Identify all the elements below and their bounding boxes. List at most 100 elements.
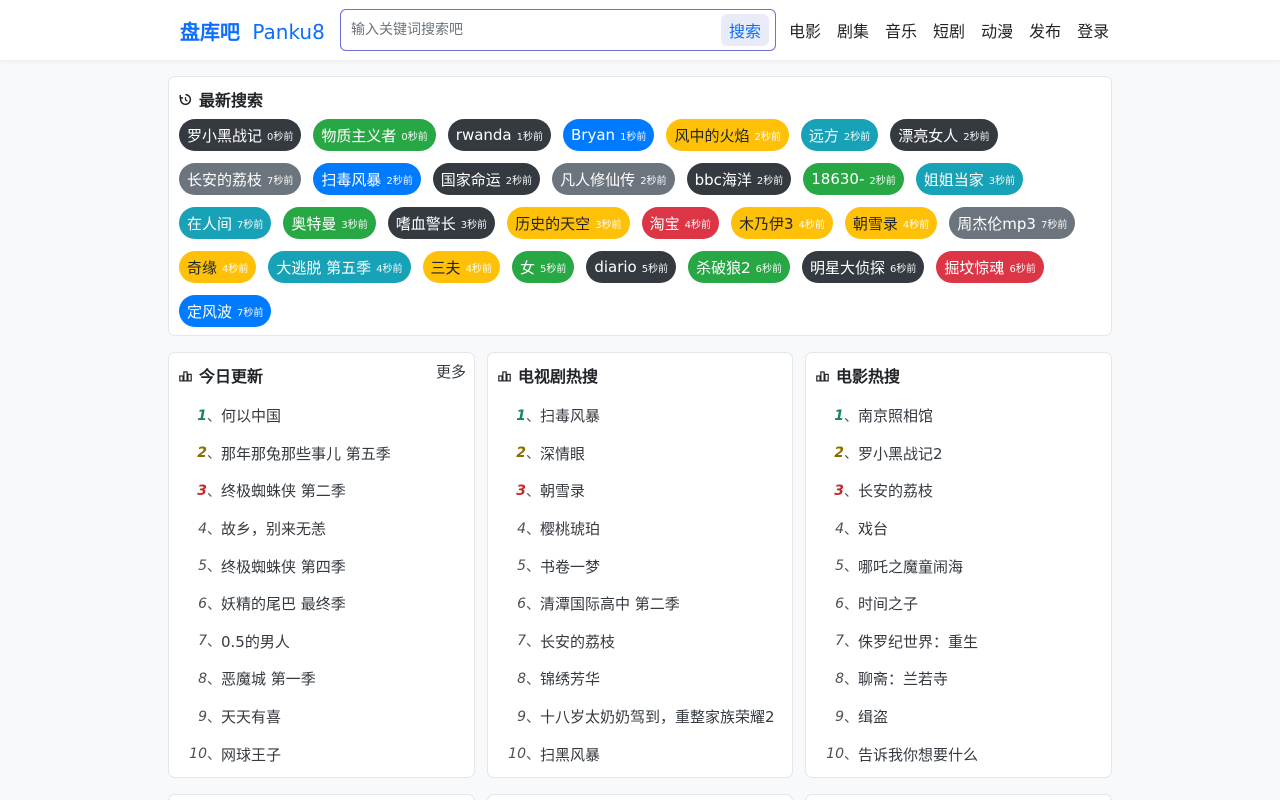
search-button[interactable]: 搜索 <box>721 14 769 46</box>
search-tag[interactable]: 18630- 2秒前 <box>803 163 904 195</box>
nav-link-shorts[interactable]: 短剧 <box>933 18 965 42</box>
search-tag[interactable]: 物质主义者 0秒前 <box>313 119 436 151</box>
history-icon <box>179 93 195 110</box>
search-tag[interactable]: 长安的荔枝 7秒前 <box>179 163 302 195</box>
ranked-list-item[interactable]: 4、故乡，别来无恙 <box>181 510 461 548</box>
ranked-list-item[interactable]: 2、那年那兔那些事儿 第五季 <box>181 435 461 473</box>
search-tag[interactable]: 嗜血警长 3秒前 <box>387 207 496 239</box>
search-tag[interactable]: 朝雪录 4秒前 <box>844 207 938 239</box>
ranked-list-item[interactable]: 1、南京照相馆 <box>818 397 1098 435</box>
ranked-list-item[interactable]: 4、戏台 <box>818 510 1098 548</box>
ranked-item-title: 锦绣芳华 <box>540 670 601 689</box>
search-tag[interactable]: rwanda 1秒前 <box>447 119 552 151</box>
more-link[interactable]: 更多 <box>436 361 466 382</box>
rank-number: 5 <box>835 558 844 575</box>
ranked-list-item[interactable]: 1、扫毒风暴 <box>500 397 780 435</box>
search-tag[interactable]: bbc海洋 2秒前 <box>686 163 792 195</box>
ranked-list-item[interactable]: 10、网球王子 <box>181 735 461 773</box>
search-tag-label: 长安的荔枝 <box>187 170 263 189</box>
tv-hot-title-text: 电视剧热搜 <box>518 367 599 386</box>
search-tag[interactable]: 在人间 7秒前 <box>179 207 272 239</box>
ranked-list-item[interactable]: 9、天天有喜 <box>181 698 461 736</box>
ranked-list-item[interactable]: 8、聊斋：兰若寺 <box>818 660 1098 698</box>
ranked-list-item[interactable]: 6、时间之子 <box>818 585 1098 623</box>
search-tag[interactable]: 大逃脱 第五季 4秒前 <box>268 251 411 283</box>
search-tag[interactable]: 掘坟惊魂 6秒前 <box>936 251 1044 283</box>
ranked-list-item[interactable]: 6、妖精的尾巴 最终季 <box>181 585 461 623</box>
ranked-item-title: 扫毒风暴 <box>540 407 601 426</box>
ranked-list-item[interactable]: 2、罗小黑战记2 <box>818 435 1098 473</box>
rank-separator: 、 <box>844 559 858 576</box>
ranked-item-title: 十八岁太奶奶驾到，重整家族荣耀2 <box>540 708 775 727</box>
ranked-list-item[interactable]: 3、终极蜘蛛侠 第二季 <box>181 472 461 510</box>
search-tag[interactable]: 历史的天空 3秒前 <box>507 207 630 239</box>
search-tag[interactable]: 定风波 7秒前 <box>179 295 272 327</box>
search-tag[interactable]: 奥特曼 3秒前 <box>283 207 376 239</box>
ranked-list-item[interactable]: 3、朝雪录 <box>500 472 780 510</box>
ranked-list-item[interactable]: 8、锦绣芳华 <box>500 660 780 698</box>
ranked-list-item[interactable]: 10、告诉我你想要什么 <box>818 735 1098 773</box>
rank-separator: 、 <box>207 709 221 726</box>
search-tag[interactable]: 周杰伦mp3 7秒前 <box>949 207 1076 239</box>
search-tag[interactable]: 远方 2秒前 <box>800 119 879 151</box>
search-tag[interactable]: 罗小黑战记 0秒前 <box>179 119 302 151</box>
search-tag-time: 3秒前 <box>988 175 1016 187</box>
search-tag[interactable]: 凡人修仙传 2秒前 <box>552 163 675 195</box>
tv-hot-list: 1、扫毒风暴 2、深情眼 3、朝雪录 4、樱桃琥珀 5、书卷一梦 6、清潭国际高中 第二季… <box>500 397 780 773</box>
ranked-list-item[interactable]: 5、书卷一梦 <box>500 547 780 585</box>
nav-link-anime[interactable]: 动漫 <box>981 18 1013 42</box>
nav-link-login[interactable]: 登录 <box>1077 18 1109 42</box>
ranked-item-title: 哪吒之魔童闹海 <box>858 557 964 576</box>
ranked-item-title: 那年那兔那些事儿 第五季 <box>221 444 391 463</box>
rank-number: 2 <box>197 445 207 462</box>
search-tag[interactable]: 三夫 4秒前 <box>422 251 500 283</box>
rank-separator: 、 <box>207 747 221 764</box>
ranked-list-item[interactable]: 8、恶魔城 第一季 <box>181 660 461 698</box>
search-tag[interactable]: 木乃伊3 4秒前 <box>730 207 833 239</box>
nav-link-series[interactable]: 剧集 <box>837 18 869 42</box>
search-tag[interactable]: 风中的火焰 2秒前 <box>666 119 789 151</box>
ranked-list-item[interactable]: 2、深情眼 <box>500 435 780 473</box>
search-tag[interactable]: 奇缘 4秒前 <box>179 251 257 283</box>
search-tag-time: 3秒前 <box>341 219 368 231</box>
search-tag-time: 1秒前 <box>620 131 647 143</box>
ranked-list-item[interactable]: 7、长安的荔枝 <box>500 623 780 661</box>
search-tag[interactable]: 淘宝 4秒前 <box>641 207 719 239</box>
search-input[interactable] <box>351 18 711 42</box>
ranked-list-item[interactable]: 5、哪吒之魔童闹海 <box>818 547 1098 585</box>
search-tag[interactable]: diario 5秒前 <box>586 251 677 283</box>
tag-row: 长安的荔枝 7秒前 扫毒风暴 2秒前 国家命运 2秒前 凡人修仙传 2秒前 bbc海洋 2秒前 18… <box>179 163 1109 197</box>
ranked-list-item[interactable]: 5、终极蜘蛛侠 第四季 <box>181 547 461 585</box>
search-tag-time: 2秒前 <box>754 131 781 143</box>
ranked-list-item[interactable]: 10、扫黑风暴 <box>500 735 780 773</box>
ranked-list-item[interactable]: 9、缉盗 <box>818 698 1098 736</box>
search-tag[interactable]: Bryan 1秒前 <box>563 119 655 151</box>
search-tag[interactable]: 杀破狼2 6秒前 <box>688 251 791 283</box>
rank-number: 2 <box>834 445 844 462</box>
search-tag-time: 2秒前 <box>869 175 896 187</box>
ranked-list-item[interactable]: 4、樱桃琥珀 <box>500 510 780 548</box>
search-tag[interactable]: 姐姐当家 3秒前 <box>915 163 1024 195</box>
today-updates-title-text: 今日更新 <box>199 367 264 386</box>
search-tag[interactable]: 明星大侦探 6秒前 <box>802 251 925 283</box>
search-tag[interactable]: 漂亮女人 2秒前 <box>890 119 998 151</box>
tag-row: 定风波 7秒前 <box>179 295 1109 329</box>
ranked-list-item[interactable]: 6、清潭国际高中 第二季 <box>500 585 780 623</box>
ranked-list-item[interactable]: 7、 0.5的男人 <box>181 623 461 661</box>
search-tag-time: 2秒前 <box>640 175 667 187</box>
rank-number: 8 <box>198 670 207 687</box>
nav-link-publish[interactable]: 发布 <box>1029 18 1061 42</box>
ranked-list-item[interactable]: 9、十八岁太奶奶驾到，重整家族荣耀2 <box>500 698 780 736</box>
search-tag[interactable]: 国家命运 2秒前 <box>432 163 541 195</box>
nav-link-music[interactable]: 音乐 <box>885 18 917 42</box>
search-tag-label: 三夫 <box>430 258 461 277</box>
site-logo[interactable]: 盘库吧 Panku8 <box>180 16 325 45</box>
ranked-list-item[interactable]: 3、长安的荔枝 <box>818 472 1098 510</box>
nav-link-movies[interactable]: 电影 <box>789 18 821 42</box>
search-tag[interactable]: 女 5秒前 <box>511 251 575 283</box>
search-tag-time: 5秒前 <box>539 263 567 275</box>
ranked-list-item[interactable]: 1、何以中国 <box>181 397 461 435</box>
tag-row: 奇缘 4秒前 大逃脱 第五季 4秒前 三夫 4秒前女 5秒前 diario 5秒前 杀破狼2 6秒前… <box>179 251 1109 285</box>
ranked-list-item[interactable]: 7、侏罗纪世界：重生 <box>818 623 1098 661</box>
search-tag[interactable]: 扫毒风暴 2秒前 <box>313 163 421 195</box>
